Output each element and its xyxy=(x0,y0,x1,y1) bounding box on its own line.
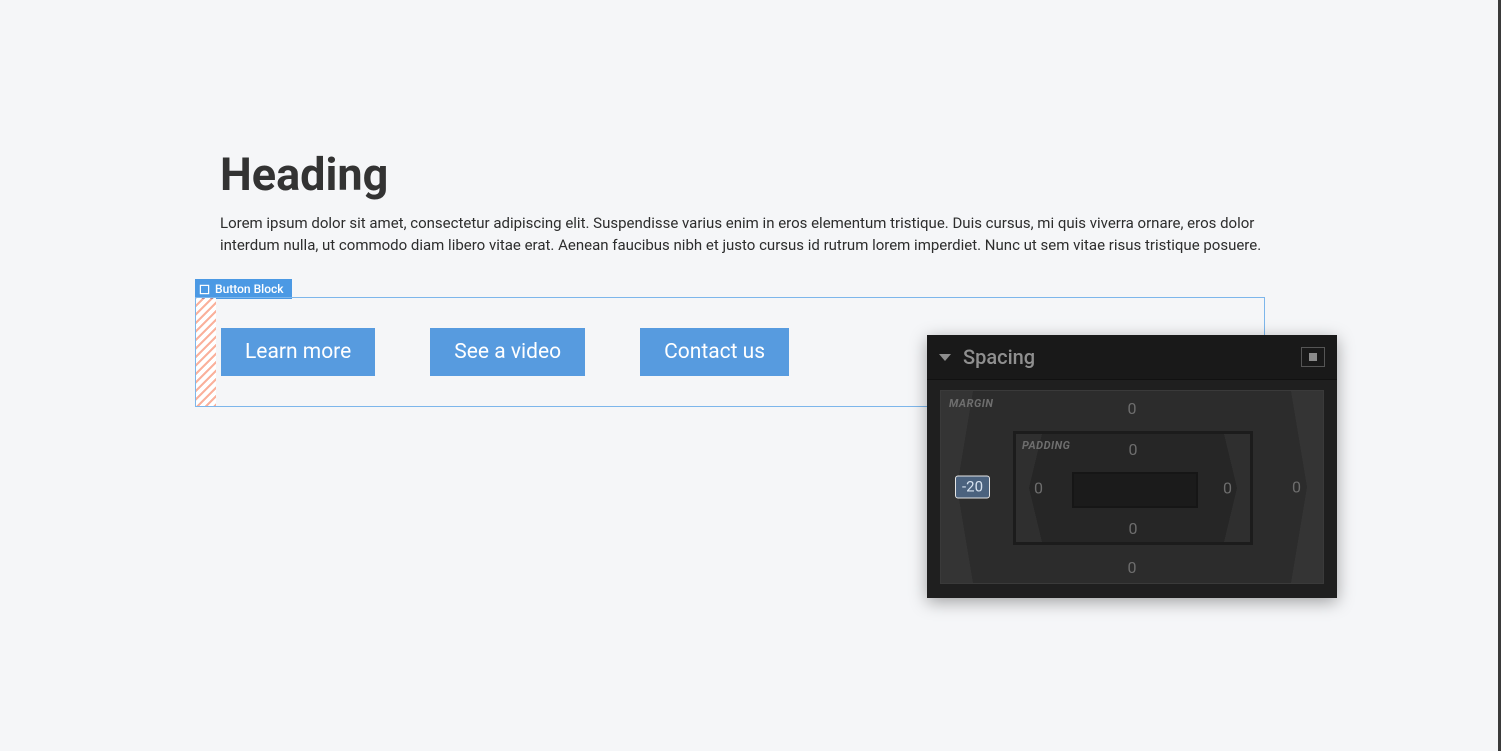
padding-bottom-input[interactable]: 0 xyxy=(1129,519,1138,538)
page-canvas: Heading Lorem ipsum dolor sit amet, cons… xyxy=(220,150,1280,257)
margin-top-input[interactable]: 0 xyxy=(1128,399,1137,418)
inspector-panel: Spacing MARGIN 0 0 0 -20 PADDING 0 0 0 0 xyxy=(927,335,1337,598)
page-heading[interactable]: Heading xyxy=(220,150,1280,200)
padding-left-input[interactable]: 0 xyxy=(1034,479,1043,498)
margin-left-input[interactable]: -20 xyxy=(955,476,990,499)
padding-label: PADDING xyxy=(1022,439,1070,452)
cta-button-1[interactable]: Learn more xyxy=(221,328,375,376)
content-box xyxy=(1072,472,1198,508)
selection-label-text: Button Block xyxy=(215,281,284,297)
negative-margin-indicator xyxy=(196,298,216,406)
padding-box: PADDING 0 0 0 0 xyxy=(1013,431,1253,545)
value-origin-icon[interactable] xyxy=(1301,347,1325,367)
padding-right-input[interactable]: 0 xyxy=(1223,479,1232,498)
page-paragraph[interactable]: Lorem ipsum dolor sit amet, consectetur … xyxy=(220,212,1270,257)
container-icon xyxy=(199,284,210,295)
selection-label[interactable]: Button Block xyxy=(195,279,292,299)
margin-label: MARGIN xyxy=(949,397,993,410)
button-row: Learn more See a video Contact us xyxy=(221,328,789,376)
inspector-section-title: Spacing xyxy=(963,345,1301,369)
cta-button-3[interactable]: Contact us xyxy=(640,328,789,376)
box-model-control: MARGIN 0 0 0 -20 PADDING 0 0 0 0 xyxy=(940,390,1324,584)
cta-button-2[interactable]: See a video xyxy=(430,328,585,376)
margin-right-input[interactable]: 0 xyxy=(1292,478,1301,497)
inspector-section-header[interactable]: Spacing xyxy=(927,335,1337,380)
caret-down-icon xyxy=(939,354,951,361)
inspector-body: MARGIN 0 0 0 -20 PADDING 0 0 0 0 xyxy=(927,380,1337,598)
margin-bottom-input[interactable]: 0 xyxy=(1128,558,1137,577)
padding-top-input[interactable]: 0 xyxy=(1129,440,1138,459)
